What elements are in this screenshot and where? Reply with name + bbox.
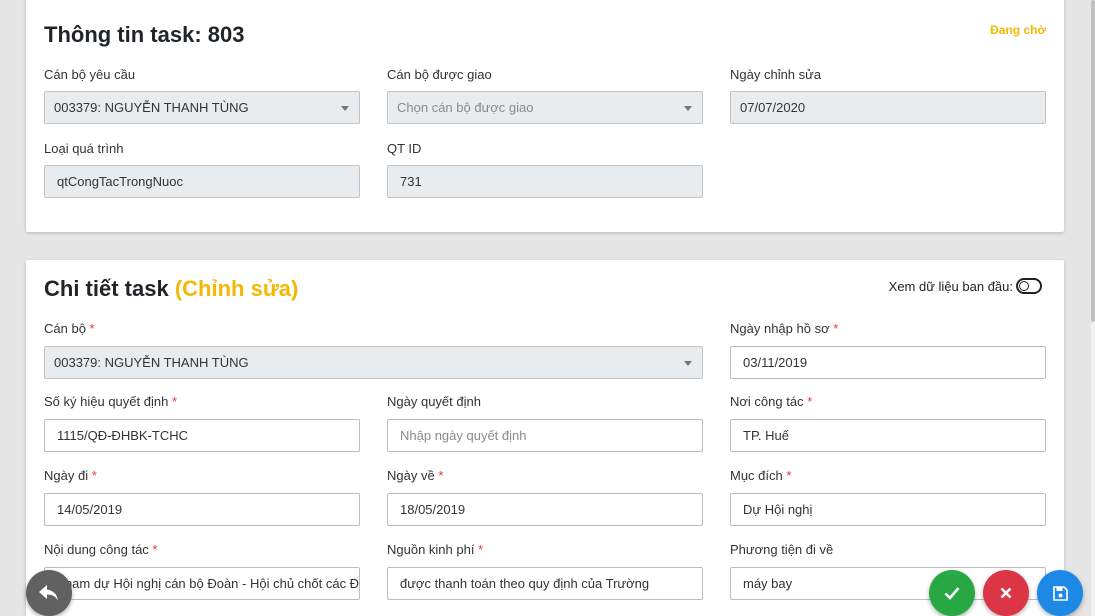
original-data-toggle-label: Xem dữ liệu ban đầu: — [888, 278, 1013, 294]
process-type-field: qtCongTacTrongNuoc — [44, 165, 360, 198]
chevron-down-icon — [341, 106, 349, 111]
workplace-input[interactable]: TP. Huế — [730, 419, 1046, 452]
process-type-label: Loại quá trình — [44, 141, 124, 156]
workplace-label: Nơi công tác * — [730, 394, 813, 409]
original-data-toggle-group: Xem dữ liệu ban đầu: — [889, 278, 1042, 294]
qtid-field: 731 — [387, 165, 703, 198]
check-icon — [944, 587, 960, 600]
staff-label: Cán bộ * — [44, 321, 95, 336]
decision-date-input[interactable]: Nhập ngày quyết định — [387, 419, 703, 452]
task-detail-card: Chi tiết task (Chỉnh sửa) Xem dữ liệu ba… — [26, 260, 1064, 616]
reject-button[interactable] — [983, 570, 1029, 616]
requester-label: Cán bộ yêu cầu — [44, 67, 136, 82]
return-date-input[interactable]: 18/05/2019 — [387, 493, 703, 526]
requester-value: 003379: NGUYỄN THANH TÙNG — [54, 100, 249, 115]
task-info-title: Thông tin task: 803 — [44, 22, 245, 47]
modified-date-label: Ngày chỉnh sửa — [730, 67, 822, 82]
task-detail-title-text: Chi tiết task — [44, 276, 169, 301]
chevron-down-icon — [684, 361, 692, 366]
task-detail-title: Chi tiết task (Chỉnh sửa) — [44, 276, 298, 302]
purpose-input[interactable]: Dự Hội nghị — [730, 493, 1046, 526]
content-label: Nội dung công tác * — [44, 542, 158, 557]
save-icon — [1052, 585, 1068, 601]
transport-label: Phương tiện đi về — [730, 542, 834, 557]
entry-date-input[interactable]: 03/11/2019 — [730, 346, 1046, 379]
requester-select[interactable]: 003379: NGUYỄN THANH TÙNG — [44, 91, 360, 124]
decision-number-input[interactable]: 1115/QĐ-ĐHBK-TCHC — [44, 419, 360, 452]
assignee-select[interactable]: Chọn cán bộ được giao — [387, 91, 703, 124]
qtid-label: QT ID — [387, 141, 422, 156]
edit-mode-label: (Chỉnh sửa) — [174, 276, 299, 301]
decision-number-label: Số ký hiệu quyết định * — [44, 394, 177, 409]
close-icon — [1000, 587, 1012, 599]
task-info-card: Thông tin task: 803 Đang chờ Cán bộ yêu … — [26, 0, 1064, 232]
staff-value: 003379: NGUYỄN THANH TÙNG — [54, 355, 249, 370]
depart-date-label: Ngày đi * — [44, 468, 97, 483]
assignee-label: Cán bộ được giao — [387, 67, 492, 82]
original-data-toggle[interactable] — [1016, 278, 1042, 294]
page-scrollbar-thumb[interactable] — [1091, 0, 1095, 322]
purpose-label: Mục đích * — [730, 468, 792, 483]
decision-date-label: Ngày quyết định — [387, 394, 481, 409]
approve-button[interactable] — [929, 570, 975, 616]
back-button[interactable] — [26, 570, 72, 616]
modified-date-field: 07/07/2020 — [730, 91, 1046, 124]
funding-input[interactable]: được thanh toán theo quy định của Trường — [387, 567, 703, 600]
reply-icon — [39, 585, 58, 601]
depart-date-input[interactable]: 14/05/2019 — [44, 493, 360, 526]
assignee-placeholder: Chọn cán bộ được giao — [397, 100, 534, 115]
status-badge: Đang chờ — [990, 23, 1046, 37]
funding-label: Nguồn kinh phí * — [387, 542, 484, 557]
content-input[interactable]: Tham dự Hội nghị cán bộ Đoàn - Hội chủ c… — [44, 567, 360, 600]
return-date-label: Ngày về * — [387, 468, 444, 483]
entry-date-label: Ngày nhập hồ sơ * — [730, 321, 839, 336]
staff-select[interactable]: 003379: NGUYỄN THANH TÙNG — [44, 346, 703, 379]
chevron-down-icon — [684, 106, 692, 111]
save-button[interactable] — [1037, 570, 1083, 616]
